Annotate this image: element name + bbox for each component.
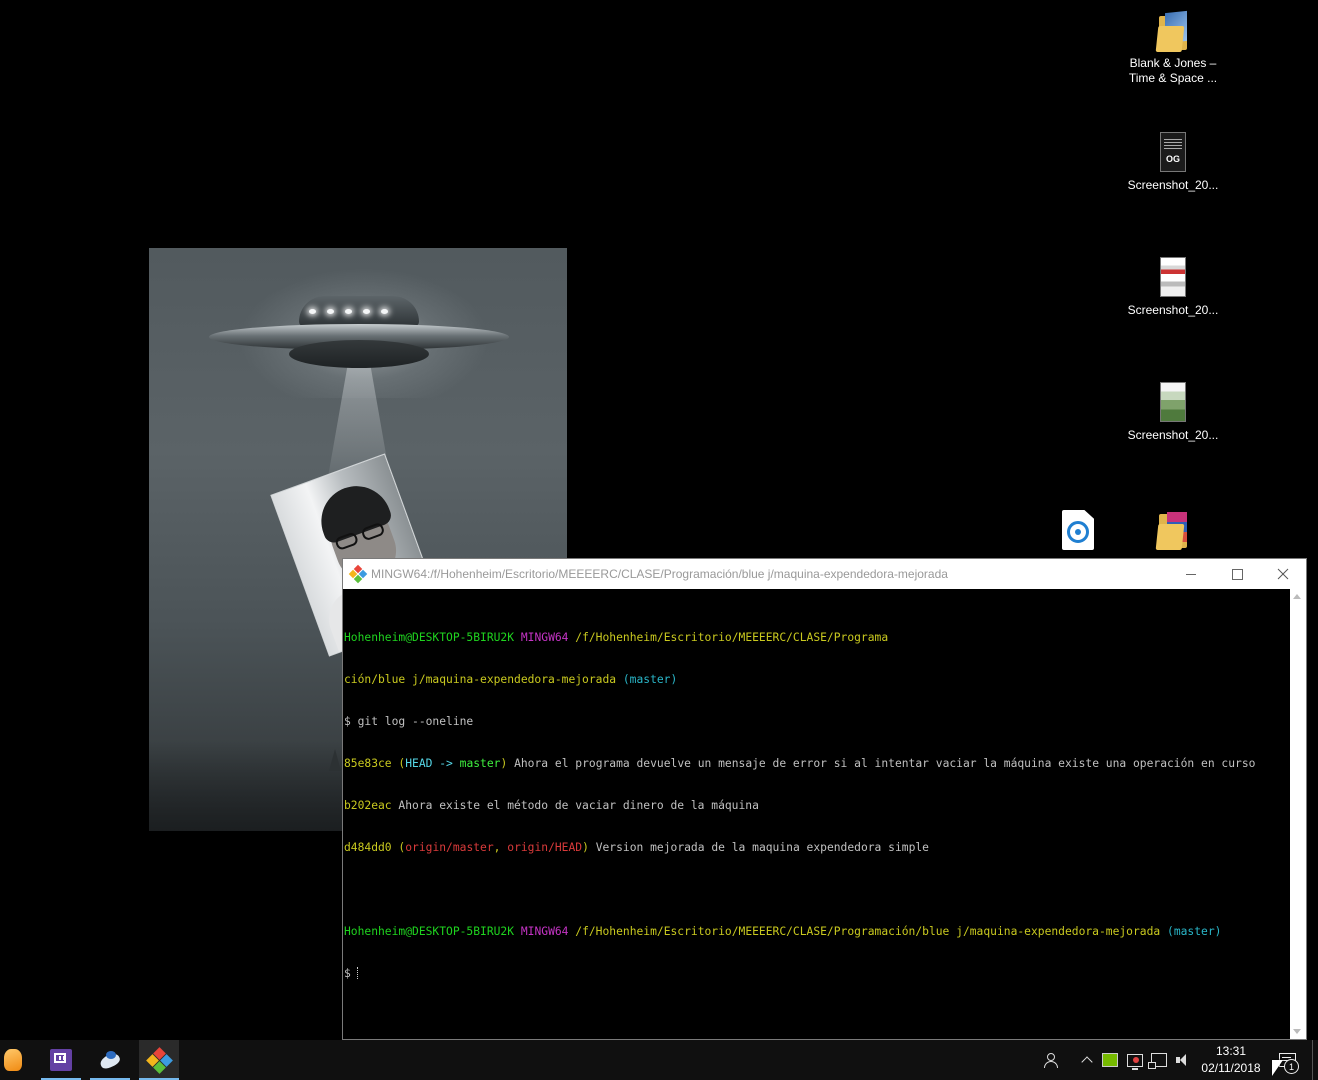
- desktop-icon-label: Screenshot_20...: [1127, 178, 1219, 192]
- bluej-icon: [98, 1049, 122, 1071]
- remote-ref: origin/master: [405, 841, 494, 854]
- tray-nvidia[interactable]: [1100, 1040, 1120, 1080]
- git-bash-terminal-window[interactable]: MINGW64:/f/Hohenheim/Escritorio/MEEEERC/…: [342, 558, 1307, 1040]
- minimize-icon: [1186, 573, 1196, 575]
- tray-show-hidden-button[interactable]: [1078, 1040, 1096, 1080]
- desktop-icon-label: Screenshot_20...: [1127, 303, 1219, 317]
- folder-icon: [1155, 10, 1189, 52]
- terminal-titlebar[interactable]: MINGW64:/f/Hohenheim/Escritorio/MEEEERC/…: [343, 559, 1306, 589]
- prompt-line-2: Hohenheim@DESKTOP-5BIRU2K MINGW64 /f/Hoh…: [344, 925, 1290, 939]
- commit-hash: 85e83ce: [344, 757, 392, 770]
- volume-icon: [1175, 1053, 1191, 1067]
- commit-message: Version mejorada de la maquina expendedo…: [588, 841, 929, 854]
- terminal-scrollbar[interactable]: [1290, 589, 1306, 1039]
- desktop-icon-label: Screenshot_20...: [1127, 428, 1219, 442]
- input-prompt: $: [344, 967, 351, 980]
- prompt-line-1-wrap: ción/blue j/maquina-expendedora-mejorada…: [344, 673, 1290, 687]
- prompt-env: MINGW64: [520, 631, 569, 644]
- prompt-env: MINGW64: [520, 925, 569, 938]
- image-file-icon: OG: [1160, 132, 1186, 172]
- network-icon: [1148, 1053, 1167, 1069]
- minimize-button[interactable]: [1168, 559, 1214, 589]
- scroll-up-icon[interactable]: [1293, 594, 1301, 599]
- nvidia-icon: [1102, 1053, 1118, 1067]
- ufo-light: [381, 309, 388, 314]
- app-file-icon: [1062, 510, 1094, 550]
- monitor-alert-icon: [1127, 1053, 1143, 1070]
- ufo-light: [363, 309, 370, 314]
- clock-date: 02/11/2018: [1201, 1061, 1261, 1075]
- people-icon: [1044, 1053, 1058, 1068]
- ufo-underside: [289, 340, 429, 368]
- prompt-path-wrap: ción/blue j/maquina-expendedora-mejorada: [344, 673, 617, 686]
- prompt-user: Hohenheim@DESKTOP-5BIRU2K: [344, 925, 515, 938]
- terminal-title: MINGW64:/f/Hohenheim/Escritorio/MEEEERC/…: [371, 567, 948, 581]
- taskbar-app-twitch[interactable]: [41, 1040, 81, 1080]
- taskbar-app-fl-studio[interactable]: [0, 1040, 26, 1080]
- close-button[interactable]: [1260, 559, 1306, 589]
- prompt-branch: (master): [622, 673, 678, 686]
- fl-studio-icon: [4, 1049, 22, 1071]
- prompt-line-1: Hohenheim@DESKTOP-5BIRU2K MINGW64 /f/Hoh…: [344, 631, 1290, 645]
- desktop-icon-screenshot-3[interactable]: Screenshot_20...: [1123, 382, 1223, 443]
- commit-line: d484dd0 (origin/master, origin/HEAD) Ver…: [344, 841, 929, 854]
- tray-display[interactable]: [1124, 1040, 1146, 1080]
- branch-ref: master: [459, 757, 501, 770]
- tray-volume[interactable]: [1172, 1040, 1194, 1080]
- desktop-icon-screenshot-2[interactable]: Screenshot_20...: [1123, 257, 1223, 318]
- taskbar-app-git-bash[interactable]: [139, 1040, 179, 1080]
- commit-hash: d484dd0: [344, 841, 392, 854]
- desktop: Blank & Jones – Time & Space ... OG Scre…: [0, 0, 1318, 1040]
- prompt-user: Hohenheim@DESKTOP-5BIRU2K: [344, 631, 515, 644]
- text-cursor: [356, 967, 359, 979]
- mouse-pointer-icon: [1272, 1060, 1283, 1076]
- clock-time: 13:31: [1215, 1044, 1247, 1058]
- remote-ref: origin/HEAD: [507, 841, 583, 854]
- terminal-output[interactable]: Hohenheim@DESKTOP-5BIRU2K MINGW64 /f/Hoh…: [344, 603, 1290, 1033]
- prompt-branch: (master): [1167, 925, 1222, 938]
- image-file-icon: [1160, 382, 1186, 422]
- ufo-light: [345, 309, 352, 314]
- desktop-icon-app-file[interactable]: [1028, 510, 1128, 554]
- commit-hash: b202eac: [344, 799, 392, 812]
- commit-line: 85e83ce (HEAD -> master) Ahora el progra…: [344, 757, 1256, 770]
- desktop-icon-screenshot-1[interactable]: OG Screenshot_20...: [1123, 132, 1223, 193]
- desktop-icon-folder-2[interactable]: [1123, 510, 1223, 554]
- notification-count-badge: 1: [1284, 1059, 1299, 1074]
- desktop-icon-blank-jones-folder[interactable]: Blank & Jones – Time & Space ...: [1123, 10, 1223, 86]
- ufo-dome: [299, 296, 419, 326]
- chevron-up-icon: [1081, 1056, 1093, 1068]
- head-ref: HEAD ->: [405, 757, 460, 770]
- folder-icon: [1155, 510, 1189, 550]
- prompt-path: /f/Hohenheim/Escritorio/MEEEERC/CLASE/Pr…: [575, 631, 889, 644]
- prompt-path: /f/Hohenheim/Escritorio/MEEEERC/CLASE/Pr…: [575, 925, 1161, 938]
- maximize-icon: [1231, 568, 1243, 580]
- wallpaper-tree: [329, 749, 341, 771]
- git-bash-icon: [348, 564, 368, 584]
- close-icon: [1277, 568, 1289, 580]
- image-file-icon: [1160, 257, 1186, 297]
- commit-message: Ahora el programa devuelve un mensaje de…: [507, 757, 1256, 770]
- commit-line: b202eac Ahora existe el método de vaciar…: [344, 799, 1290, 813]
- tray-network[interactable]: [1148, 1040, 1170, 1080]
- twitch-icon: [50, 1049, 72, 1071]
- taskbar-app-bluej[interactable]: [90, 1040, 130, 1080]
- input-line[interactable]: $: [344, 967, 1290, 981]
- command-line: $ git log --oneline: [344, 715, 474, 728]
- ufo-light: [327, 309, 334, 314]
- scroll-down-icon[interactable]: [1293, 1029, 1301, 1034]
- ufo-light: [309, 309, 316, 314]
- commit-message: Ahora existe el método de vaciar dinero …: [391, 799, 759, 812]
- taskbar-clock[interactable]: 13:31 02/11/2018: [1195, 1040, 1267, 1080]
- maximize-button[interactable]: [1214, 559, 1260, 589]
- taskbar: 13:31 02/11/2018: [0, 1040, 1318, 1080]
- git-bash-icon: [146, 1047, 173, 1074]
- desktop-icon-label: Blank & Jones – Time & Space ...: [1128, 56, 1218, 85]
- tray-people-button[interactable]: [1040, 1040, 1062, 1080]
- show-desktop-button[interactable]: [1312, 1040, 1313, 1080]
